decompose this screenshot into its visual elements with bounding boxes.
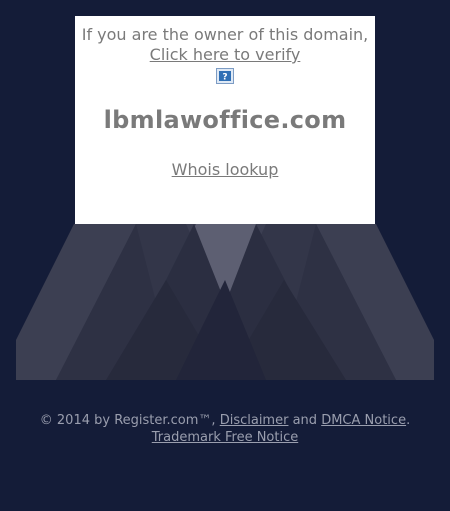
footer-line-1: © 2014 by Register.com™, Disclaimer and … — [0, 412, 450, 429]
domain-panel: If you are the owner of this domain, Cli… — [75, 16, 375, 224]
help-icon[interactable]: ? — [216, 68, 234, 84]
whois-lookup-link[interactable]: Whois lookup — [172, 160, 279, 179]
and-text: and — [292, 413, 318, 428]
copyright-text: © 2014 by Register.com™, — [39, 413, 216, 428]
footer-line-2: Trademark Free Notice — [0, 429, 450, 446]
mountain-graphic — [16, 224, 434, 380]
trademark-notice-link[interactable]: Trademark Free Notice — [152, 430, 298, 445]
domain-name: lbmlawoffice.com — [103, 106, 347, 134]
svg-text:?: ? — [222, 73, 227, 83]
dmca-notice-link[interactable]: DMCA Notice — [321, 413, 406, 428]
verify-link[interactable]: Click here to verify — [150, 46, 301, 64]
footer: © 2014 by Register.com™, Disclaimer and … — [0, 412, 450, 446]
owner-message: If you are the owner of this domain, — [81, 25, 369, 44]
period-text: . — [406, 413, 411, 428]
disclaimer-link[interactable]: Disclaimer — [220, 413, 289, 428]
